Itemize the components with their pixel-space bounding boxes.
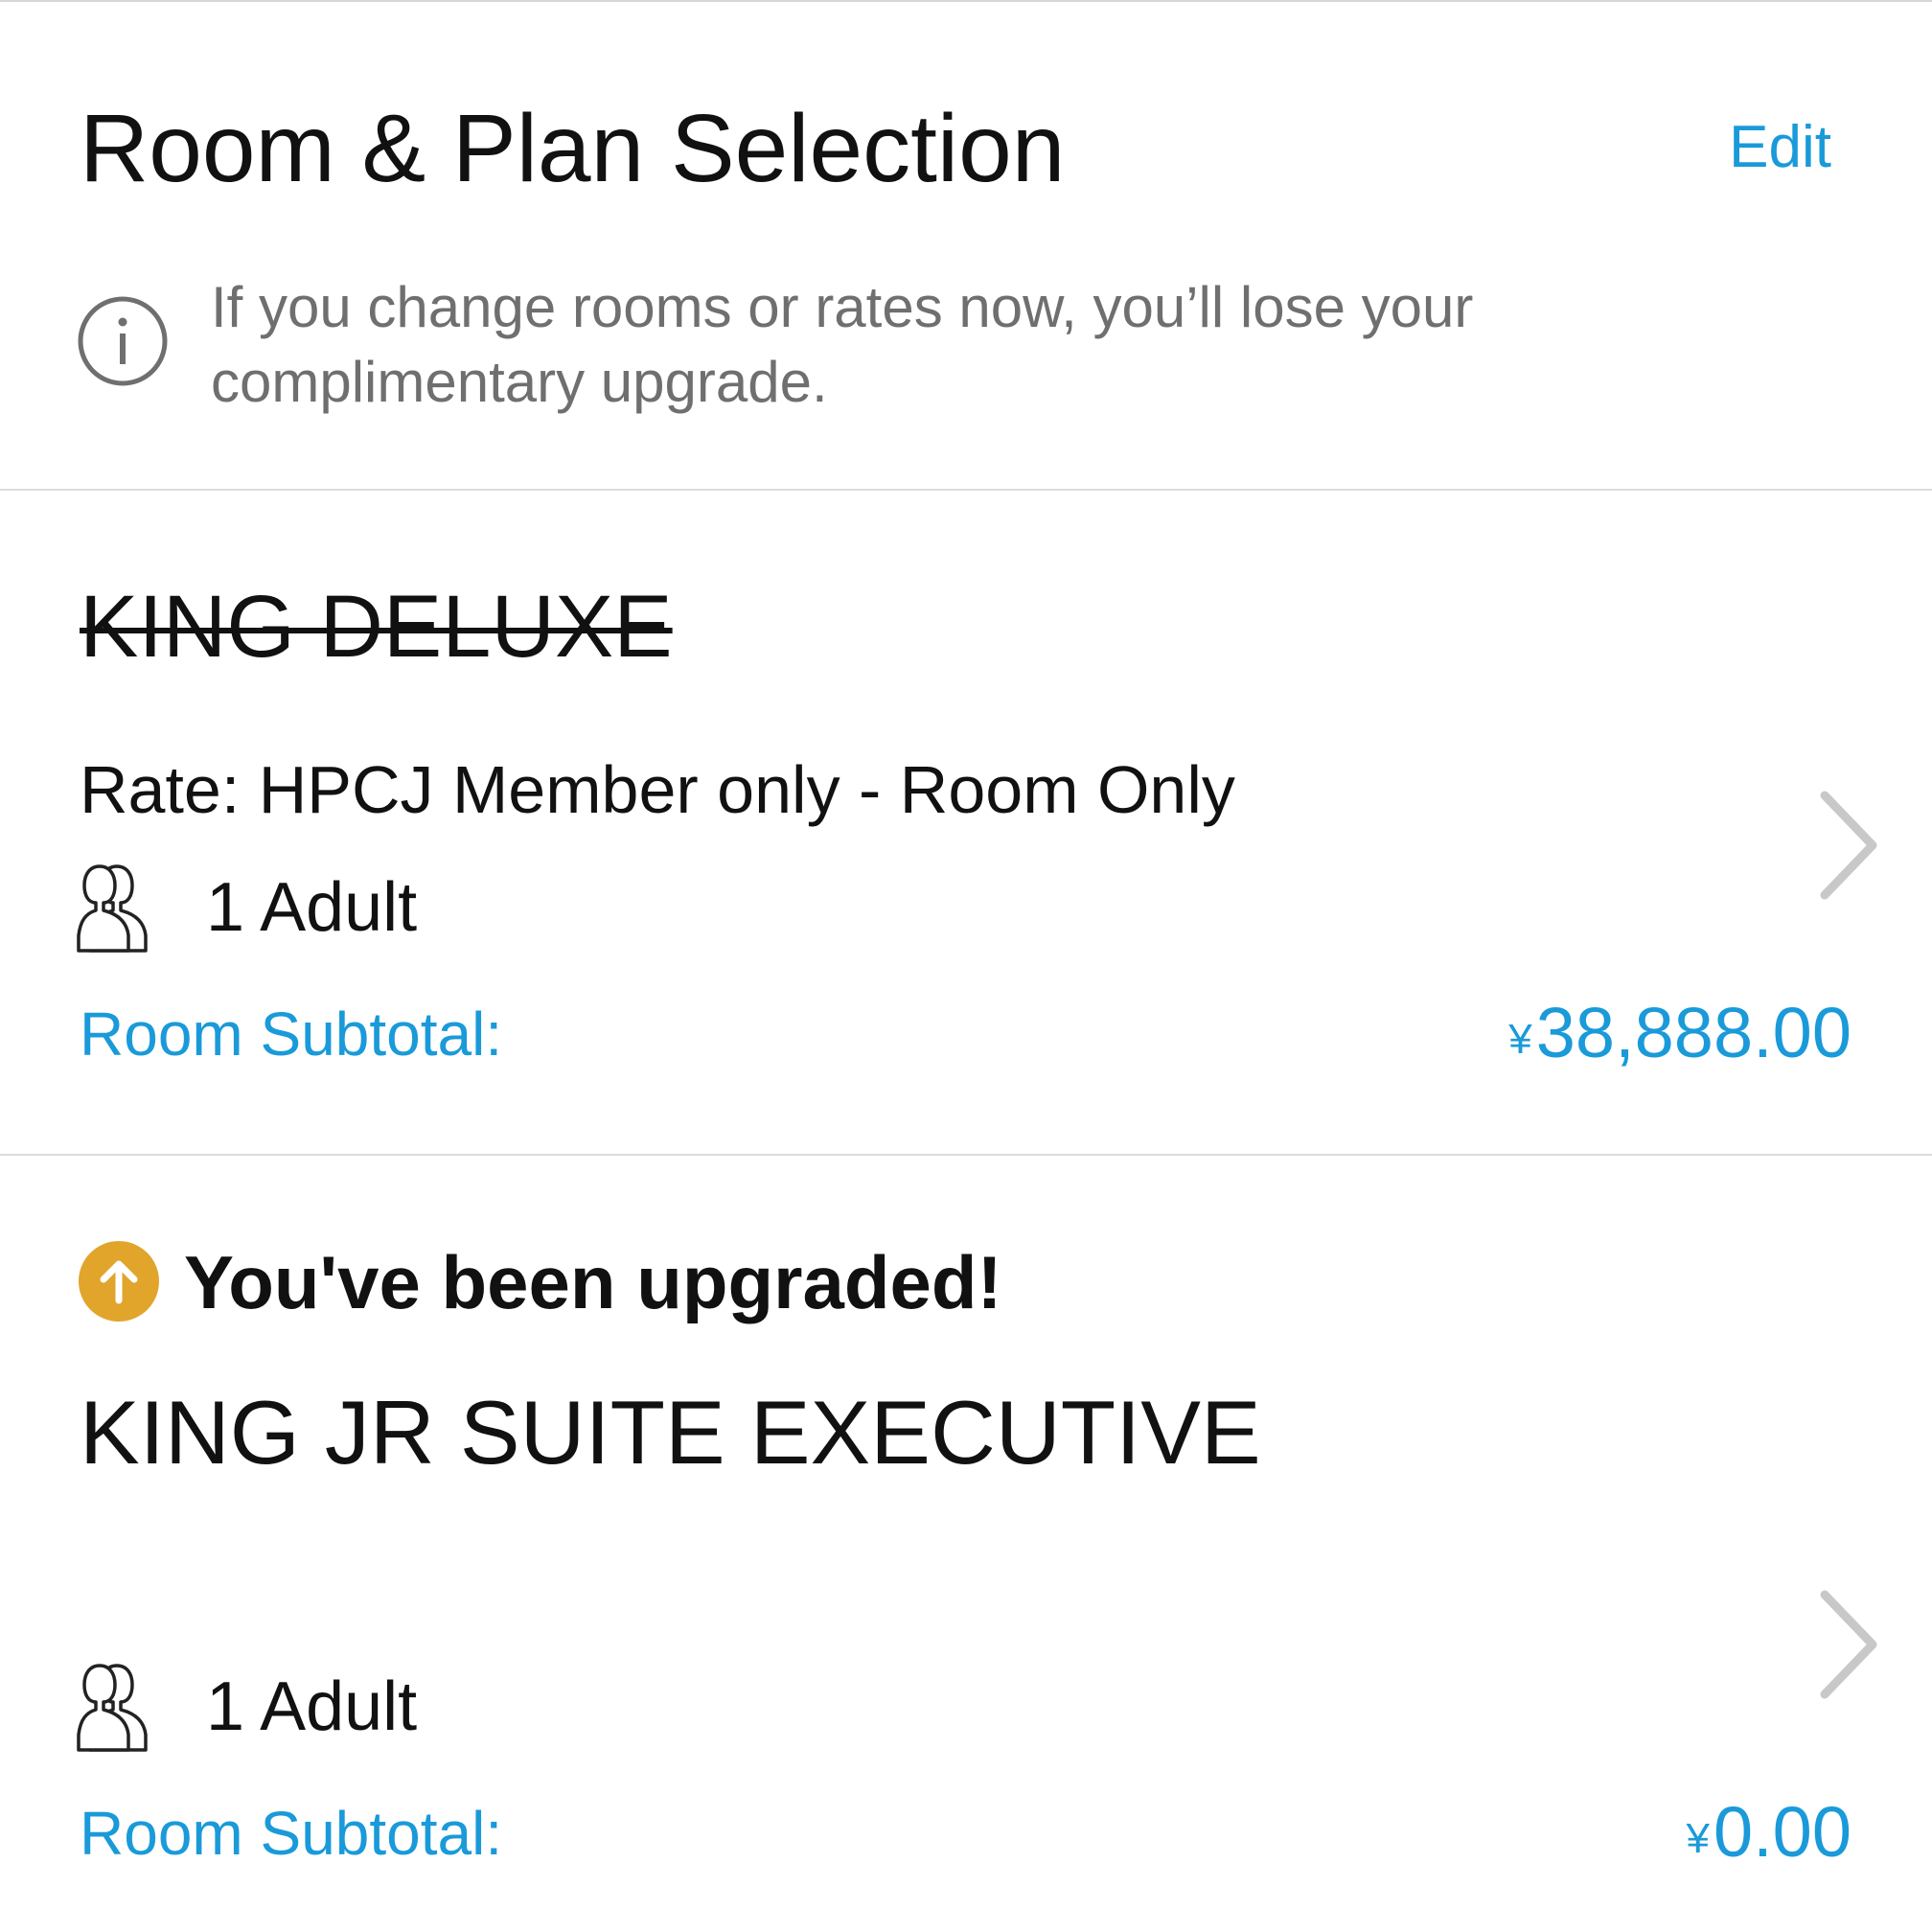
room-subtotal-label: Room Subtotal: [80,1000,503,1069]
upgraded-room-name: KING JR SUITE EXECUTIVE [80,1382,1261,1483]
upgrade-badge-text: You've been upgraded! [184,1240,1002,1324]
info-icon [78,296,168,386]
top-rule [0,0,1932,2]
room-subtotal-amount: ¥38,888.00 [1508,993,1852,1080]
edit-button[interactable]: Edit [1729,113,1831,182]
upgrade-warning-text: If you change rooms or rates now, you’ll… [211,275,1474,414]
upgrade-arrow-icon [79,1241,159,1322]
chevron-right-icon[interactable] [1815,788,1882,903]
chevron-right-icon[interactable] [1815,1587,1882,1702]
currency-symbol: ¥ [1686,1815,1710,1862]
page-title: Room & Plan Selection [80,95,1066,202]
original-room-name: KING DELUXE [80,578,673,676]
subtotal-number: 0.00 [1713,1792,1852,1872]
guest-count: 1 Adult [206,869,418,946]
room-subtotal-label: Room Subtotal: [80,1799,503,1868]
subtotal-number: 38,888.00 [1535,993,1852,1072]
room-subtotal-amount: ¥0.00 [1686,1792,1852,1879]
guests-icon [77,864,148,953]
currency-symbol: ¥ [1508,1016,1532,1063]
rate-plan-text: Rate: HPCJ Member only - Room Only [80,752,1235,827]
section-divider [0,1154,1932,1156]
guest-count: 1 Adult [206,1668,418,1745]
section-divider [0,489,1932,491]
guests-icon [77,1664,148,1752]
